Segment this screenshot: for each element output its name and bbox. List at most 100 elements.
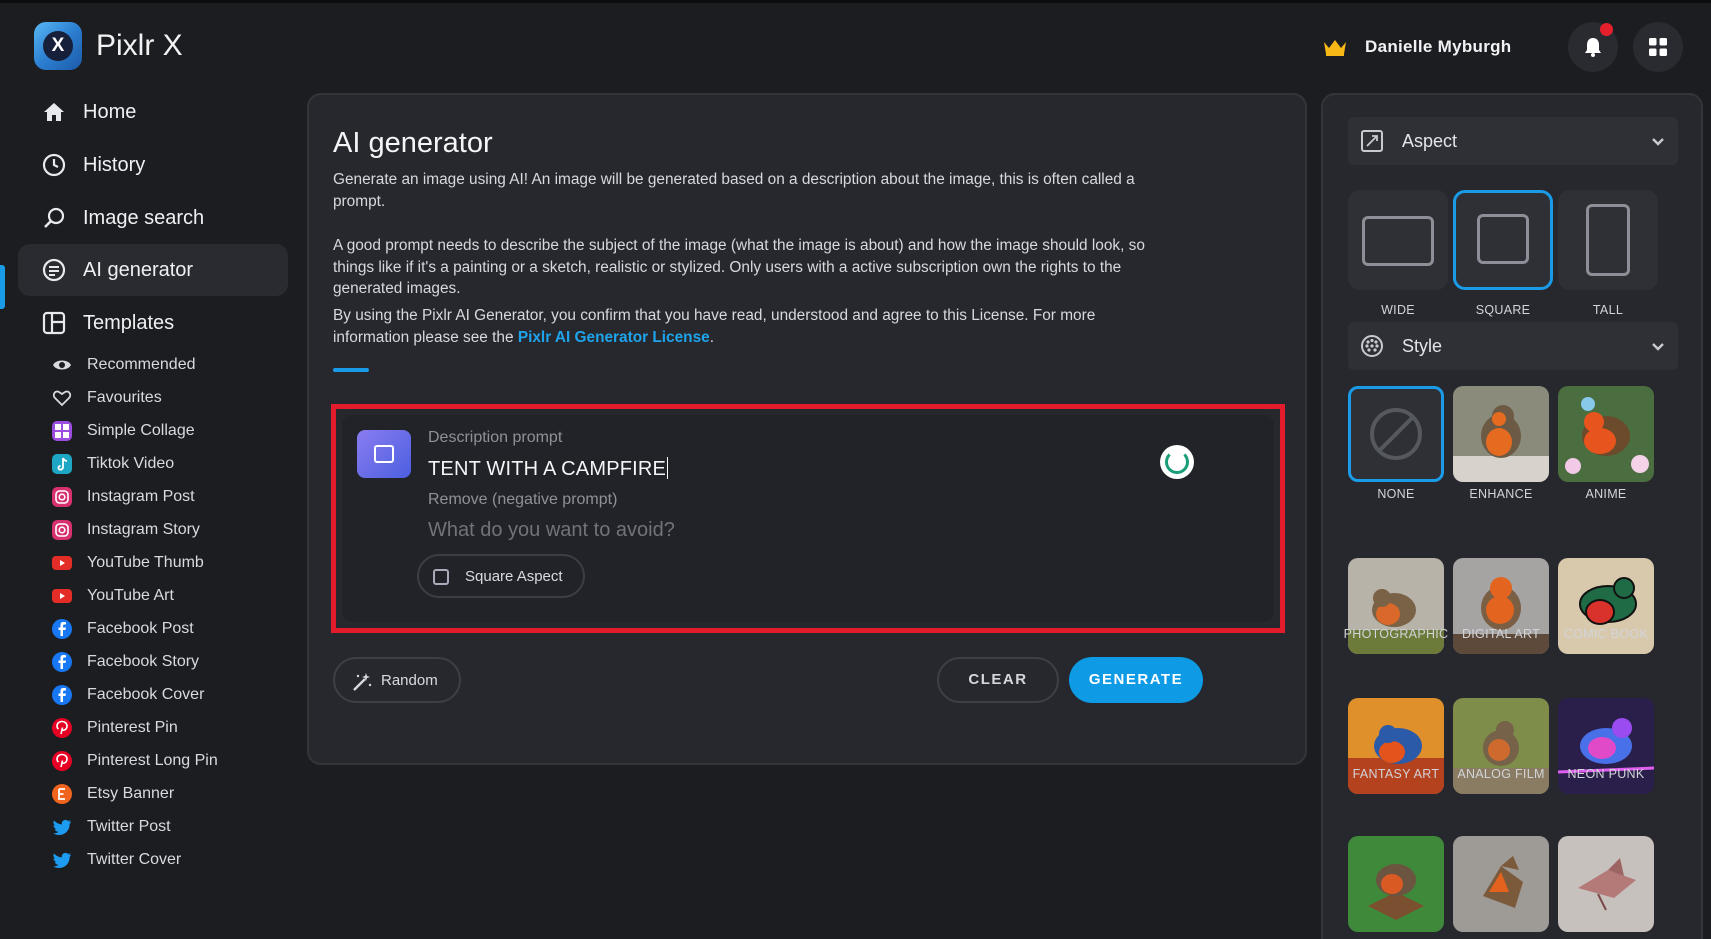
sidebar-item-templates[interactable]: Templates: [18, 297, 288, 349]
notification-dot: [1600, 23, 1613, 36]
facebook-icon: [52, 685, 72, 705]
logo-letter: X: [43, 31, 73, 61]
template-item-label: YouTube Art: [87, 587, 174, 604]
template-item-label: Etsy Banner: [87, 785, 175, 802]
magic-wand-icon: [353, 673, 372, 691]
aspect-caption: TALL: [1592, 303, 1624, 317]
style-caption: COMIC BOOK: [1563, 627, 1649, 641]
template-item-label: Simple Collage: [87, 422, 195, 439]
clear-button[interactable]: CLEAR: [937, 657, 1059, 703]
template-item-label: Instagram Post: [87, 488, 195, 505]
robin-anime-image: [1558, 386, 1654, 482]
prompt-text: TENT WITH A CAMPFIRE: [428, 458, 667, 480]
robin-isometric-image: [1348, 836, 1444, 932]
page-title: AI generator: [333, 127, 493, 159]
robin-enhance-image: [1453, 386, 1549, 482]
ai-generator-icon: [42, 258, 66, 282]
style-caption: FANTASY ART: [1352, 767, 1440, 781]
sidebar-item-history[interactable]: History: [18, 139, 288, 191]
aspect-caption: WIDE: [1381, 303, 1415, 317]
template-item-label: Recommended: [87, 356, 196, 373]
pinterest-icon: [52, 718, 72, 738]
origami-bird-image: [1558, 836, 1654, 932]
tiktok-icon: [52, 454, 72, 474]
style-option-low-poly[interactable]: [1453, 836, 1549, 932]
style-section-header[interactable]: Style: [1348, 322, 1678, 370]
negative-prompt-input[interactable]: What do you want to avoid?: [428, 519, 675, 542]
pinterest-icon: [52, 751, 72, 771]
aspect-option-wide[interactable]: [1348, 190, 1448, 290]
settings-panel: Aspect WIDE SQUARE TALL Style NONE ENHAN…: [1321, 93, 1703, 939]
license-link[interactable]: Pixlr AI Generator License: [518, 329, 710, 346]
bell-icon: [1585, 38, 1601, 57]
style-option-anime[interactable]: [1558, 386, 1654, 482]
template-item-label: Pinterest Long Pin: [87, 752, 218, 769]
apps-menu-button[interactable]: [1633, 22, 1683, 72]
crown-icon: [1324, 40, 1346, 56]
instagram-icon: [52, 520, 72, 540]
aspect-option-square[interactable]: [1453, 190, 1553, 290]
description-prompt-label: Description prompt: [428, 429, 563, 446]
style-option-origami[interactable]: [1558, 836, 1654, 932]
aspect-section-header[interactable]: Aspect: [1348, 117, 1678, 165]
prompt-card: Description prompt TENT WITH A CAMPFIRE …: [342, 415, 1274, 622]
loading-spinner-icon: [1160, 445, 1194, 479]
prompt-type-icon[interactable]: [357, 430, 411, 478]
youtube-icon: [52, 556, 72, 570]
aspect-caption: SQUARE: [1475, 303, 1531, 317]
template-item-label: Twitter Cover: [87, 851, 182, 868]
template-item-label: Facebook Post: [87, 620, 194, 637]
sidebar-item-label: Image search: [83, 207, 205, 229]
chevron-down-icon: [1652, 138, 1664, 146]
style-caption: ANIME: [1585, 487, 1627, 501]
aspect-option-tall[interactable]: [1558, 190, 1658, 290]
template-item-label: Instagram Story: [87, 521, 200, 538]
style-caption: ENHANCE: [1469, 487, 1533, 501]
template-item-label: YouTube Thumb: [87, 554, 204, 571]
pixlr-logo[interactable]: X: [34, 22, 82, 70]
collage-icon: [52, 421, 72, 441]
eye-icon: [53, 360, 71, 370]
random-label: Random: [381, 672, 438, 689]
style-caption: ANALOG FILM: [1457, 767, 1545, 781]
checkbox-icon: [433, 569, 449, 585]
random-button[interactable]: Random: [333, 657, 461, 703]
app-brand: Pixlr X: [96, 29, 183, 62]
square-aspect-toggle[interactable]: Square Aspect: [417, 554, 585, 598]
style-option-none[interactable]: [1348, 386, 1444, 482]
style-title: Style: [1402, 336, 1443, 356]
twitter-icon: [53, 819, 71, 835]
none-icon: [1370, 408, 1422, 460]
username[interactable]: Danielle Myburgh: [1365, 37, 1512, 57]
square-aspect-label: Square Aspect: [465, 568, 563, 585]
sidebar-item-label: History: [83, 154, 146, 176]
youtube-icon: [52, 589, 72, 603]
etsy-icon: [52, 784, 72, 804]
ai-generator-panel: AI generator Generate an image using AI!…: [307, 93, 1307, 765]
style-caption: NEON PUNK: [1567, 767, 1645, 781]
notifications-button[interactable]: [1568, 22, 1618, 72]
sidebar-item-label: Home: [83, 101, 137, 123]
style-caption: PHOTOGRAPHIC: [1343, 627, 1449, 641]
sidebar-item-label: Templates: [83, 312, 175, 334]
sidebar-item-ai-generator[interactable]: AI generator: [18, 244, 288, 296]
top-bar: X Pixlr X Danielle Myburgh: [0, 0, 1711, 86]
aspect-title: Aspect: [1402, 131, 1458, 151]
description-prompt-input[interactable]: TENT WITH A CAMPFIRE: [428, 457, 669, 481]
generate-button[interactable]: GENERATE: [1069, 657, 1203, 703]
progress-indicator: [333, 368, 369, 372]
license-text-body: By using the Pixlr AI Generator, you con…: [333, 307, 1096, 346]
active-indicator: [0, 265, 5, 309]
template-item-label: Facebook Story: [87, 653, 200, 670]
facebook-icon: [52, 652, 72, 672]
sidebar-item-home[interactable]: Home: [18, 86, 288, 138]
home-icon: [44, 103, 64, 121]
facebook-icon: [52, 619, 72, 639]
style-caption: NONE: [1377, 487, 1415, 501]
style-option-isometric[interactable]: [1348, 836, 1444, 932]
sidebar-item-image-search[interactable]: Image search: [18, 192, 288, 244]
grid-icon: [1649, 38, 1667, 56]
template-item-label: Favourites: [87, 389, 162, 406]
style-option-enhance[interactable]: [1453, 386, 1549, 482]
search-icon: [44, 207, 65, 228]
